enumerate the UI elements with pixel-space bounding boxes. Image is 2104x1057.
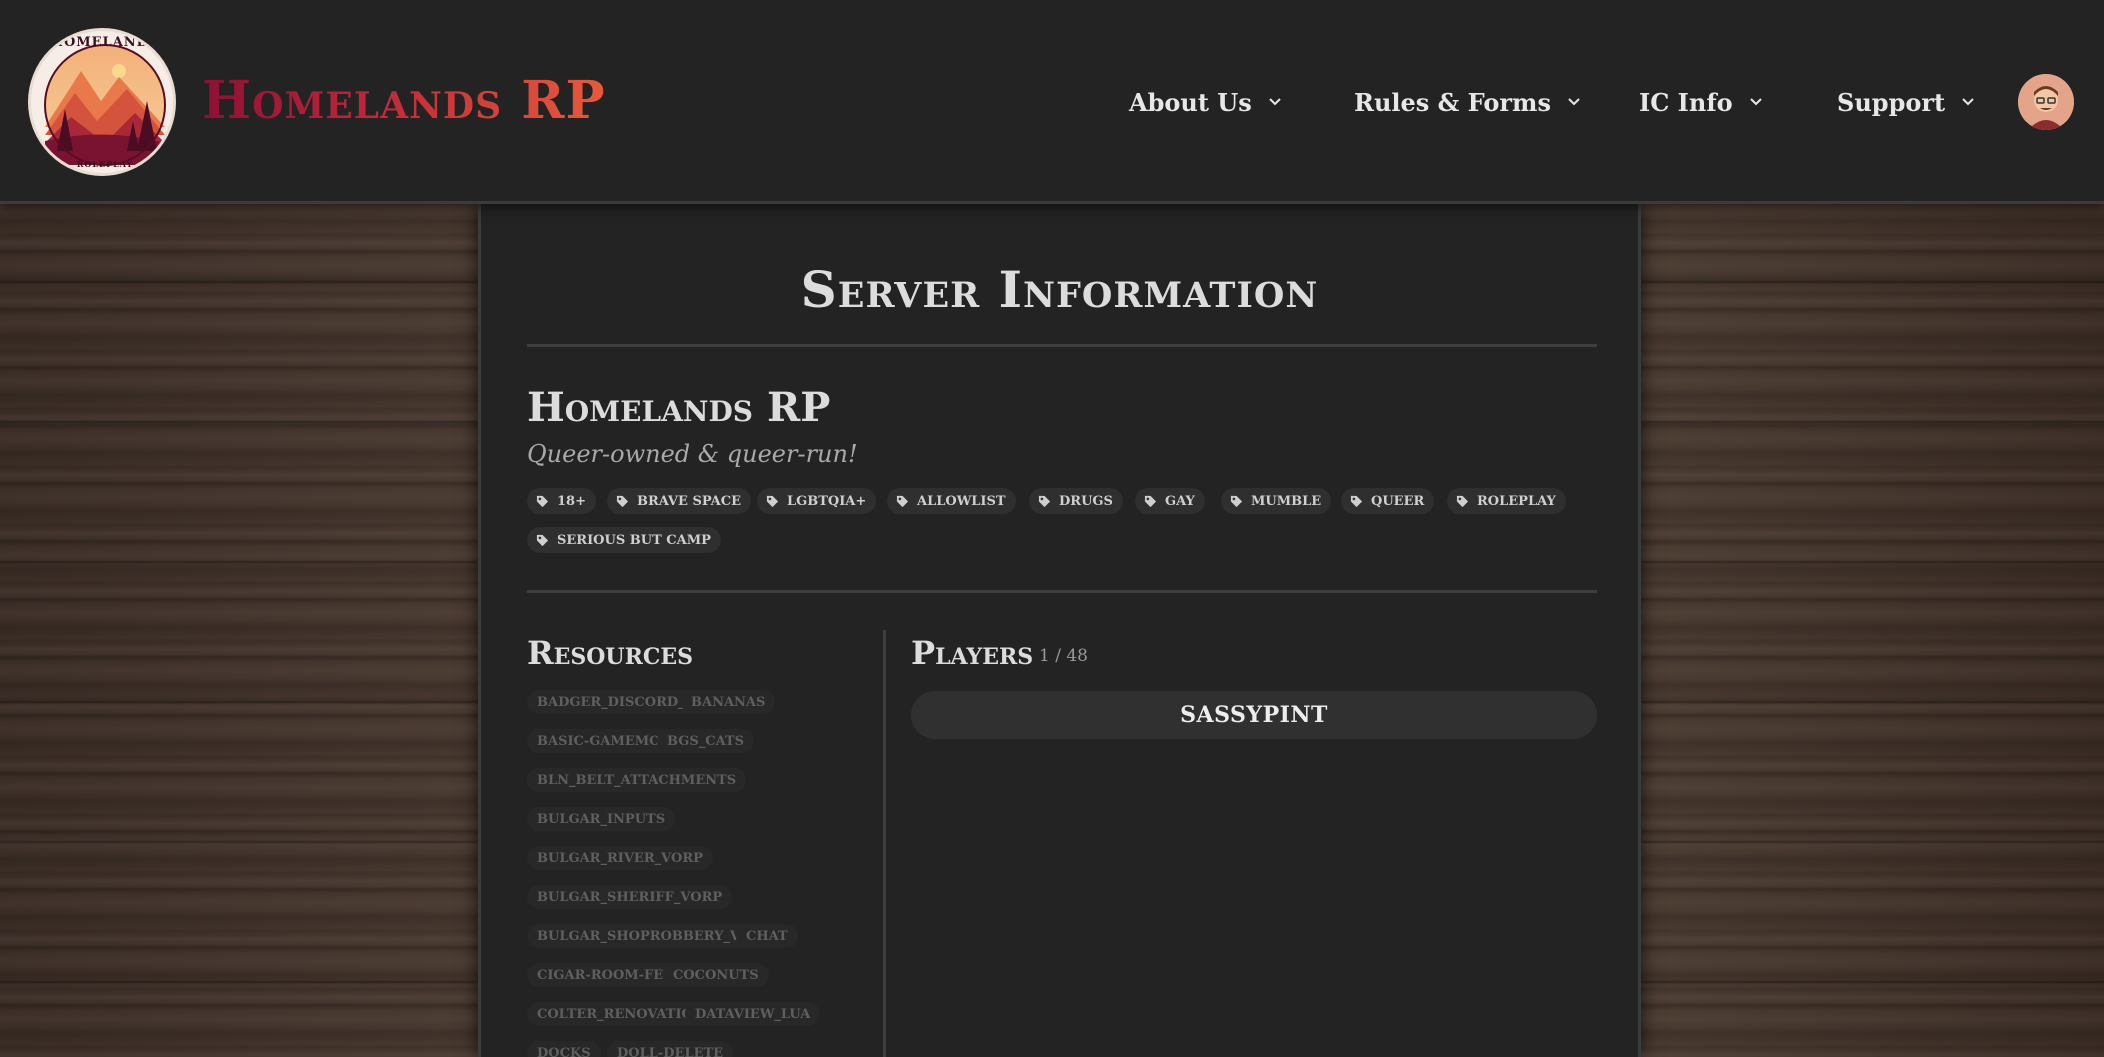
logo-mountains-icon <box>44 44 166 166</box>
resource-chip: BANANAS <box>681 690 776 714</box>
resource-chip: BULGAR_RIVER_VORP <box>527 846 713 870</box>
tag-icon <box>1350 495 1363 507</box>
tag-label: ALLOWLIST <box>917 493 1006 509</box>
tag-label: QUEER <box>1371 493 1425 509</box>
players-count: 1 / 48 <box>1039 646 1088 666</box>
resource-chip: BULGAR_INPUTS <box>527 807 676 831</box>
server-name: Homelands RP <box>527 384 831 431</box>
nav-item-ic-info[interactable]: IC Info <box>1639 82 1763 122</box>
tag-roleplay[interactable]: ROLEPLAY <box>1447 488 1566 514</box>
tag-icon <box>536 534 549 546</box>
tag-label: SERIOUS BUT CAMP <box>557 532 711 548</box>
tag-icon <box>1456 495 1469 507</box>
logo-top-text: HOMELANDS <box>50 35 160 50</box>
brand-title[interactable]: Homelands RP <box>202 70 606 131</box>
tag-label: 18+ <box>557 493 586 509</box>
resource-chip: DOLL-DELETE <box>607 1041 734 1057</box>
nav-label: About Us <box>1129 87 1252 117</box>
chevron-down-icon <box>1269 98 1281 106</box>
server-info-panel: Server Information Homelands RP Queer-ow… <box>478 204 1641 1057</box>
divider <box>527 344 1597 347</box>
tag-icon <box>1144 495 1157 507</box>
user-avatar-icon <box>2018 74 2074 130</box>
tag-label: DRUGS <box>1059 493 1113 509</box>
site-logo[interactable]: HOMELANDS ROLEPLAY <box>28 28 176 176</box>
tag-queer[interactable]: QUEER <box>1341 488 1435 514</box>
tag-18-plus[interactable]: 18+ <box>527 488 596 514</box>
user-avatar[interactable] <box>2018 74 2074 130</box>
logo-bottom-text: ROLEPLAY <box>76 159 134 169</box>
divider <box>527 590 1597 593</box>
tag-gay[interactable]: GAY <box>1135 488 1205 514</box>
resource-chip: DATAVIEW_LUA <box>685 1002 821 1026</box>
page-title: Server Information <box>800 260 1319 319</box>
column-divider <box>883 630 886 1057</box>
nav-label: Support <box>1837 87 1946 117</box>
resource-chip: BGS_CATS <box>657 729 755 753</box>
resources-title: Resources <box>527 634 694 672</box>
resource-chip: BULGAR_SHERIFF_VORP <box>527 885 733 909</box>
tag-label: BRAVE SPACE <box>637 493 742 509</box>
nav-label: IC Info <box>1639 87 1733 117</box>
tag-brave-space[interactable]: BRAVE SPACE <box>607 488 752 514</box>
resource-chip: COCONUTS <box>663 963 769 987</box>
resource-chip: BLN_BELT_ATTACHMENTS <box>527 768 747 792</box>
chevron-down-icon <box>1568 98 1580 106</box>
tag-serious-but-camp[interactable]: SERIOUS BUT CAMP <box>527 527 721 553</box>
tag-lgbtqia[interactable]: LGBTQIA+ <box>757 488 877 514</box>
nav-item-support[interactable]: Support <box>1837 82 1975 122</box>
tag-mumble[interactable]: MUMBLE <box>1221 488 1332 514</box>
tag-label: MUMBLE <box>1251 493 1322 509</box>
tag-label: ROLEPLAY <box>1477 493 1556 509</box>
players-title: Players <box>911 634 1034 672</box>
resource-chip: DOCKS <box>527 1041 601 1057</box>
tag-icon <box>536 495 549 507</box>
nav-item-rules-forms[interactable]: Rules & Forms <box>1354 82 1581 122</box>
tag-drugs[interactable]: DRUGS <box>1029 488 1123 514</box>
tag-icon <box>1230 495 1243 507</box>
chevron-down-icon <box>1749 98 1762 106</box>
nav-label: Rules & Forms <box>1354 87 1551 117</box>
server-description: Queer-owned & queer-run! <box>527 440 858 468</box>
nav-item-about-us[interactable]: About Us <box>1129 82 1282 122</box>
resource-chip: CHAT <box>736 924 798 948</box>
player-item[interactable]: SASSYPINT <box>911 691 1597 739</box>
tag-label: GAY <box>1165 493 1195 509</box>
tag-label: LGBTQIA+ <box>787 493 867 509</box>
tag-icon <box>766 495 779 507</box>
tag-icon <box>1038 495 1051 507</box>
tag-icon <box>616 495 629 507</box>
tag-icon <box>896 495 909 507</box>
chevron-down-icon <box>1962 98 1974 106</box>
tag-allowlist[interactable]: ALLOWLIST <box>887 488 1016 514</box>
top-navbar: HOMELANDS ROLEPLAY Homelands RP About Us… <box>0 0 2104 204</box>
